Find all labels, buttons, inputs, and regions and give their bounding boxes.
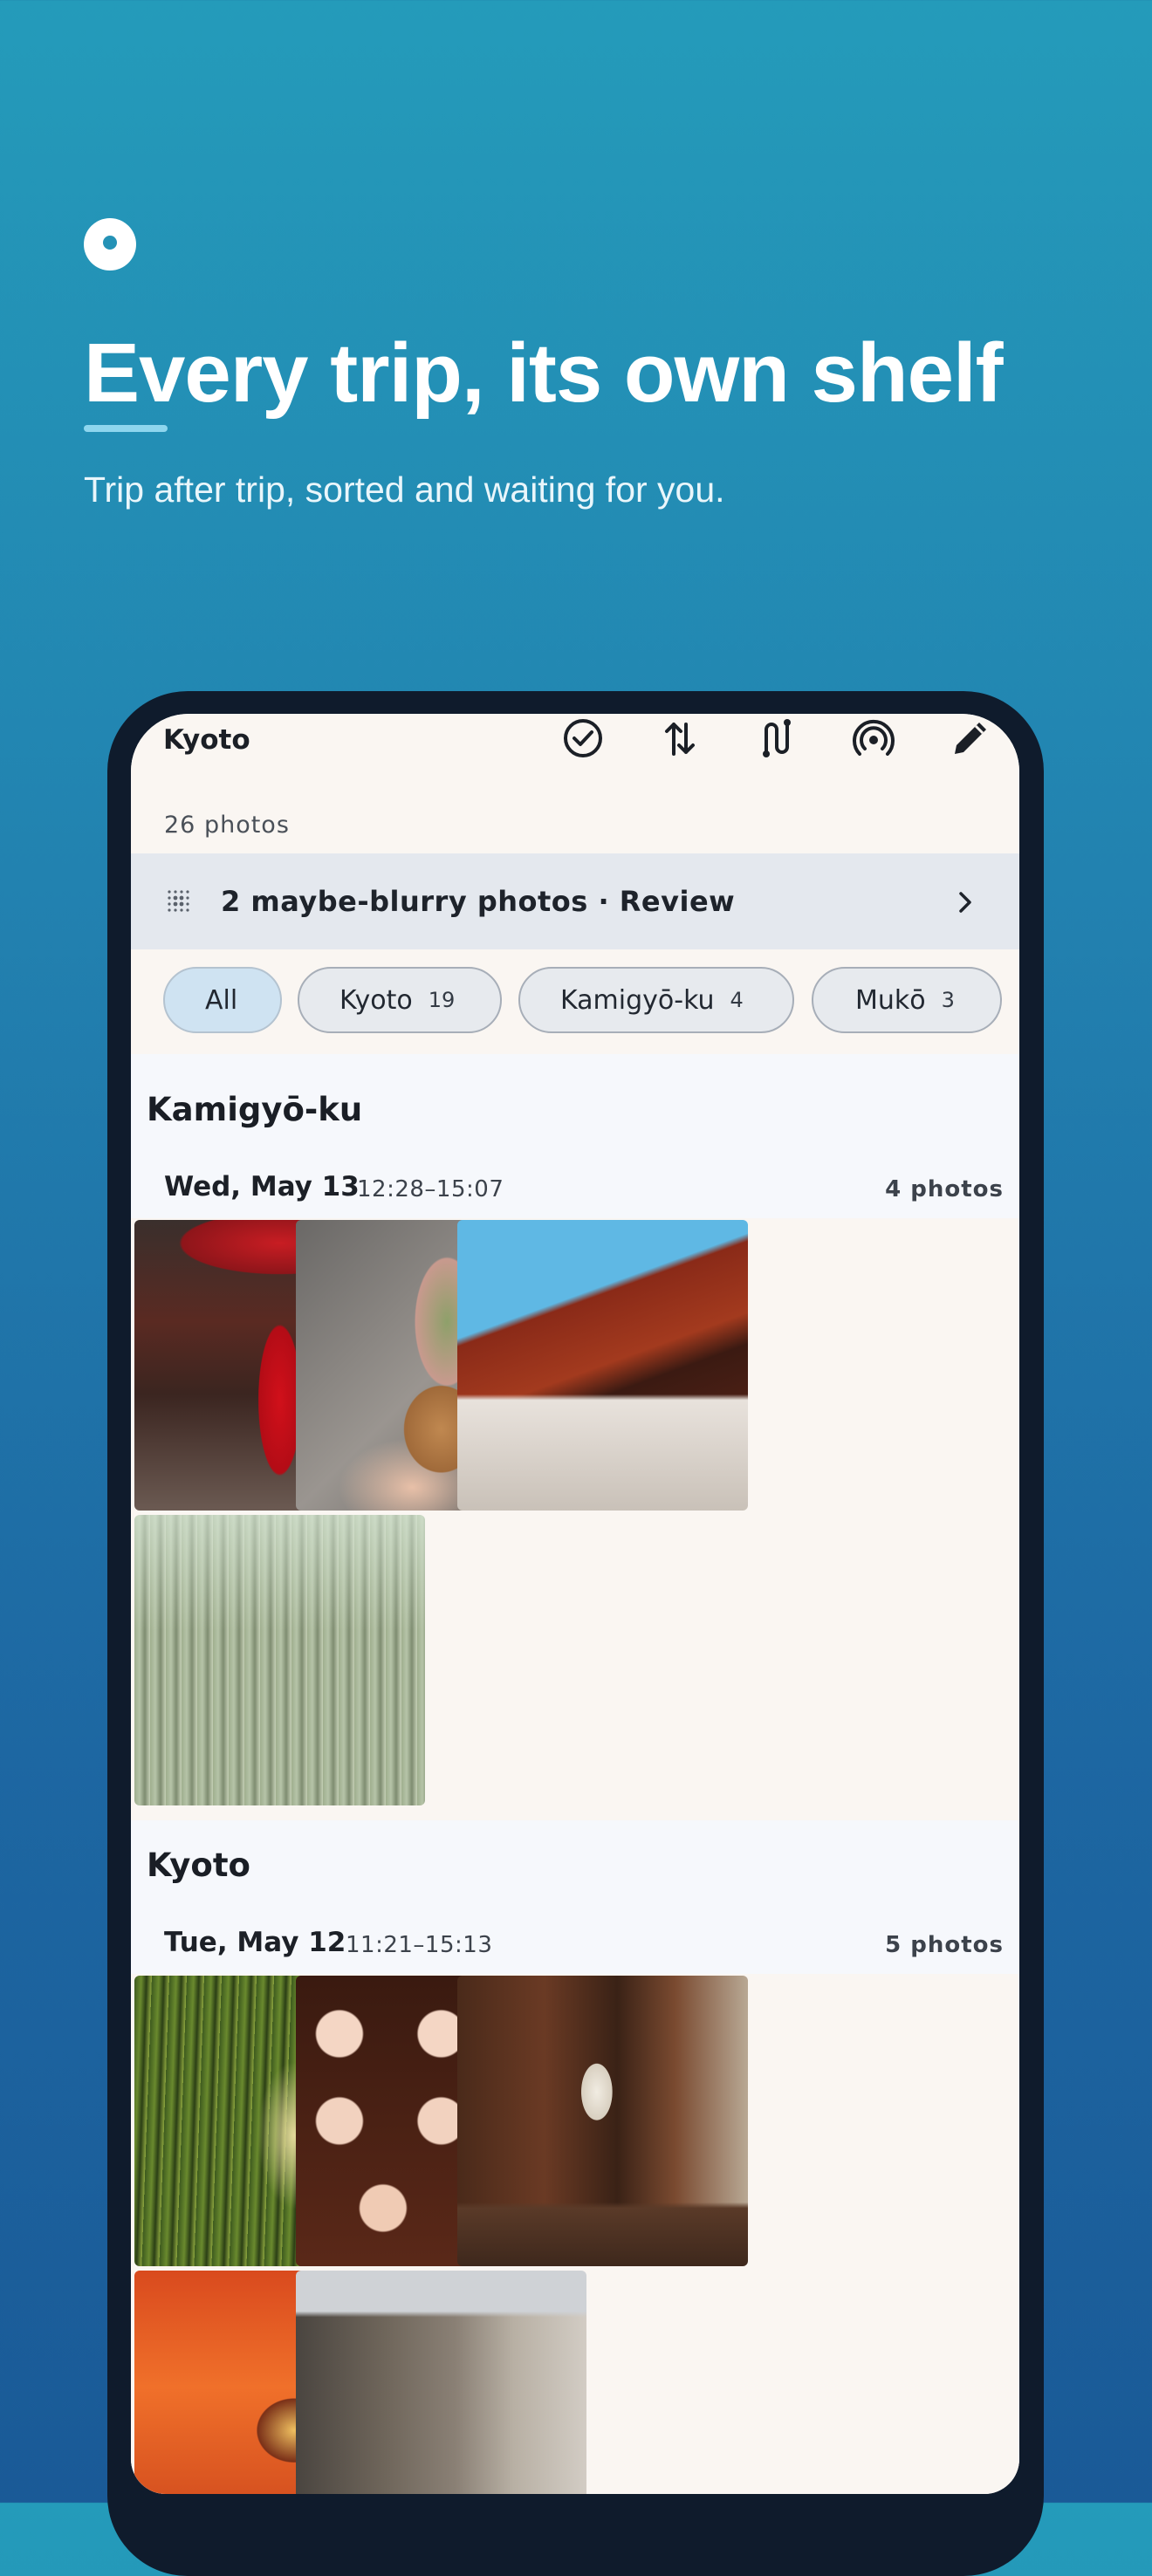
chip-label: Kamigyō-ku [560,984,715,1016]
group-photo-count: 5 photos [885,1932,1004,1958]
hero-headline: Every trip, its own shelf [84,326,1004,420]
photo-thumbnail[interactable] [457,1976,748,2266]
chip-count: 19 [428,988,456,1012]
album-title: Kyoto [163,724,250,756]
date-label: Tue, May 12 [164,1927,346,1958]
chip-kyoto[interactable]: Kyoto 19 [298,967,502,1033]
blurry-review-banner[interactable]: 2 maybe-blurry photos · Review [131,853,1019,949]
group-photo-count: 4 photos [885,1176,1004,1202]
photo-grid: 2 [131,1974,1019,2494]
section-title: Kyoto [147,1846,250,1884]
chip-label: All [205,984,238,1016]
photo-thumbnail[interactable] [457,1220,748,1511]
date-label: Wed, May 13 [164,1171,360,1202]
date-header: Tue, May 12 11:21–15:13 5 photos [131,1927,1019,1979]
chip-count: 4 [730,988,744,1012]
photo-thumbnail[interactable] [296,2271,586,2494]
blur-dots-icon [168,890,189,912]
blurry-review-text: 2 maybe-blurry photos · Review [221,885,736,918]
broadcast-icon[interactable] [851,716,896,761]
edit-pencil-icon[interactable] [948,716,993,761]
filter-chips-row: All Kyoto 19 Kamigyō-ku 4 Mukō 3 [131,949,1019,1054]
app-bar: Kyoto [131,714,1019,792]
photo-count: 26 photos [164,812,290,839]
hero-subline: Trip after trip, sorted and waiting for … [84,469,725,510]
select-check-icon[interactable] [560,716,606,761]
sort-arrows-icon[interactable] [657,716,703,761]
chip-label: Mukō [855,984,926,1016]
chip-label: Kyoto [339,984,413,1016]
chip-kamigyo-ku[interactable]: Kamigyō-ku 4 [518,967,794,1033]
phone-screen: Kyoto 26 photos 2 maybe-blurry photos · … [131,714,1019,2494]
location-pin-icon [84,218,136,271]
time-range: 12:28–15:07 [357,1176,504,1202]
chip-count: 3 [941,988,955,1012]
photo-grid [131,1218,1019,1820]
photo-thumbnail[interactable] [134,1515,425,1805]
headline-underline-accent [84,425,168,432]
chip-muko[interactable]: Mukō 3 [812,967,1002,1033]
chip-all[interactable]: All [163,967,282,1033]
date-header: Wed, May 13 12:28–15:07 4 photos [131,1171,1019,1223]
route-icon[interactable] [754,716,799,761]
section-title: Kamigyō-ku [147,1091,363,1128]
time-range: 11:21–15:13 [346,1932,493,1958]
chevron-right-icon [959,892,971,913]
